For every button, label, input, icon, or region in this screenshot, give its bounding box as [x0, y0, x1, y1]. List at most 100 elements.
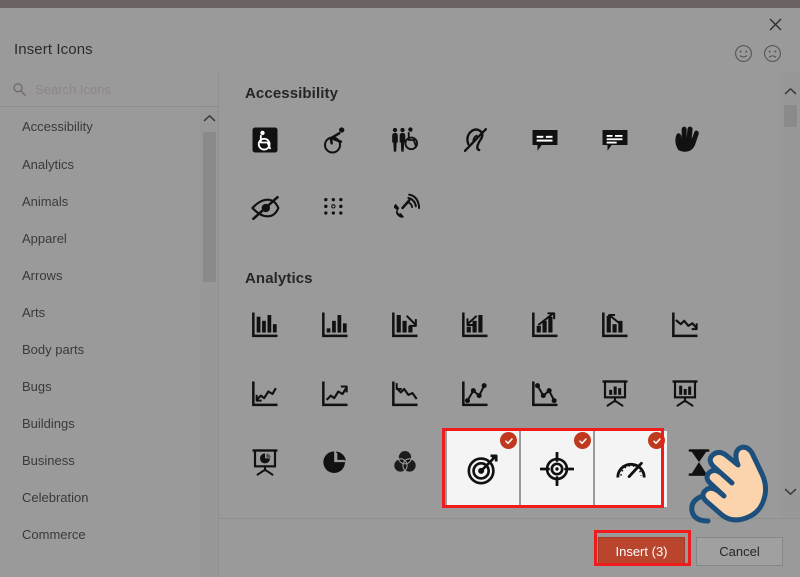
selected-badge — [500, 432, 517, 449]
sidebar-item-body-parts[interactable]: Body parts — [0, 331, 200, 368]
icon-tile-bar-chart-rising-arrow[interactable] — [517, 297, 573, 353]
category-sidebar: Accessibility Analytics Animals Apparel Arro… — [0, 72, 219, 577]
icon-tile-line-chart-flat[interactable] — [237, 366, 293, 422]
icon-tile-phone-ringing[interactable] — [377, 180, 433, 236]
icon-tile-closed-caption-lines[interactable] — [587, 112, 643, 168]
icon-tile-line-chart-up-arrow[interactable] — [307, 366, 363, 422]
sign-language-hand-icon — [675, 126, 699, 152]
sidebar-item-label: Accessibility — [22, 119, 93, 134]
sidebar-item-label: Celebration — [22, 490, 89, 505]
sidebar-item-label: Arts — [22, 305, 46, 320]
sidebar-item-analytics[interactable]: Analytics — [0, 146, 200, 183]
gallery-scrollbar[interactable] — [781, 72, 800, 517]
icon-tile-presentation-pie-chart[interactable] — [237, 435, 293, 491]
icon-tile-pie-chart[interactable] — [307, 435, 363, 491]
gallery-scroll-up-button[interactable] — [781, 80, 800, 102]
section-title-accessibility: Accessibility — [245, 85, 339, 102]
icon-gallery: Accessibility Analytics — [219, 72, 781, 517]
gauge-icon — [616, 461, 646, 478]
sidebar-item-accessibility[interactable]: Accessibility — [0, 107, 200, 146]
gallery-scroll-down-button[interactable] — [781, 480, 800, 502]
closed-caption-icon — [532, 130, 558, 151]
people-accessibility-icon — [392, 127, 418, 152]
checkmark-icon — [652, 437, 661, 444]
frowny-face-icon — [764, 44, 781, 62]
icon-tile-wheelchair-sign[interactable] — [237, 112, 293, 168]
send-a-frown-button[interactable] — [763, 44, 782, 63]
feedback-buttons — [724, 42, 782, 64]
sidebar-item-label: Commerce — [22, 527, 86, 542]
bar-chart-diagonal-arrow-icon — [602, 312, 628, 338]
dialog-footer: Insert (3) Cancel — [219, 518, 800, 577]
sidebar-item-arrows[interactable]: Arrows — [0, 257, 200, 294]
sidebar-scroll-thumb[interactable] — [203, 132, 216, 282]
window-top-strip — [0, 0, 800, 8]
sidebar-item-buildings[interactable]: Buildings — [0, 405, 200, 442]
line-chart-decline-icon — [392, 381, 418, 407]
icon-tile-venn-diagram[interactable] — [377, 435, 433, 491]
sidebar-scroll-up-button[interactable] — [200, 107, 219, 129]
icon-tile-bar-chart-diagonal-arrow[interactable] — [587, 297, 643, 353]
deaf-ear-icon — [463, 127, 487, 152]
phone-ringing-icon — [393, 193, 420, 218]
icon-tile-sign-language-hand[interactable] — [657, 112, 713, 168]
insert-icons-dialog: Insert Icons Search Icons Accessibility … — [0, 0, 800, 577]
icon-tile-gauge[interactable] — [595, 431, 667, 507]
sidebar-item-label: Business — [22, 453, 75, 468]
chevron-down-icon — [784, 488, 797, 495]
search-input[interactable] — [35, 81, 195, 97]
cancel-button[interactable]: Cancel — [696, 537, 783, 566]
bar-chart-icon — [252, 312, 278, 338]
sidebar-scrollbar[interactable] — [200, 107, 219, 577]
bar-chart-up-arrow-icon — [462, 312, 488, 338]
scatter-plot-icon — [462, 381, 488, 407]
sidebar-item-business[interactable]: Business — [0, 442, 200, 479]
icon-tile-line-chart-down[interactable] — [657, 297, 713, 353]
section-title-analytics: Analytics — [245, 270, 313, 287]
chevron-up-icon — [784, 87, 797, 94]
sidebar-item-label: Arrows — [22, 268, 63, 283]
presentation-pie-chart-icon — [252, 449, 278, 476]
icon-tile-closed-caption[interactable] — [517, 112, 573, 168]
icon-tile-scatter-plot-down[interactable] — [517, 366, 573, 422]
checkmark-icon — [578, 437, 587, 444]
icon-tile-crosshair-target[interactable] — [521, 431, 593, 507]
insert-button[interactable]: Insert (3) — [598, 537, 685, 566]
icon-tile-braille-dots[interactable] — [307, 180, 363, 236]
icon-tile-presentation-bar-chart-alt[interactable] — [657, 366, 713, 422]
dialog-titlebar: Insert Icons — [0, 8, 800, 72]
icon-tile-bar-chart-ascending[interactable] — [307, 297, 363, 353]
sidebar-item-animals[interactable]: Animals — [0, 183, 200, 220]
icon-tile-line-chart-decline[interactable] — [377, 366, 433, 422]
icon-tile-bar-chart-up-arrow[interactable] — [447, 297, 503, 353]
sidebar-item-label: Animals — [22, 194, 69, 209]
icon-tile-scatter-plot[interactable] — [447, 366, 503, 422]
icon-tile-people-accessibility[interactable] — [377, 112, 433, 168]
gallery-scroll-thumb[interactable] — [784, 105, 797, 127]
search-icon — [13, 82, 26, 96]
icon-tile-bar-chart-down-arrow[interactable] — [377, 297, 433, 353]
presentation-bar-chart-icon — [602, 380, 628, 407]
icon-tile-presentation-bar-chart[interactable] — [587, 366, 643, 422]
wheelchair-sign-icon — [252, 127, 278, 153]
icon-tile-deaf-ear[interactable] — [447, 112, 503, 168]
sidebar-item-label: Buildings — [22, 416, 75, 431]
sidebar-item-commerce[interactable]: Commerce — [0, 516, 200, 553]
sidebar-item-bugs[interactable]: Bugs — [0, 368, 200, 405]
close-button[interactable] — [760, 12, 790, 36]
icon-tile-target-arrow[interactable] — [447, 431, 519, 507]
target-arrow-icon — [467, 454, 498, 485]
sidebar-item-label: Analytics — [22, 157, 75, 172]
sidebar-item-celebration[interactable]: Celebration — [0, 479, 200, 516]
sidebar-item-label: Body parts — [22, 342, 85, 357]
sidebar-item-arts[interactable]: Arts — [0, 294, 200, 331]
icon-tile-wheelchair-athlete[interactable] — [307, 112, 363, 168]
checkmark-icon — [504, 437, 513, 444]
braille-dots-icon — [324, 198, 343, 215]
icon-tile-bar-chart[interactable] — [237, 297, 293, 353]
sidebar-item-apparel[interactable]: Apparel — [0, 220, 200, 257]
send-a-smile-button[interactable] — [734, 44, 753, 63]
closed-caption-lines-icon — [602, 130, 628, 151]
icon-tile-hourglass[interactable] — [671, 435, 727, 491]
icon-tile-eye-slash[interactable] — [237, 180, 293, 236]
